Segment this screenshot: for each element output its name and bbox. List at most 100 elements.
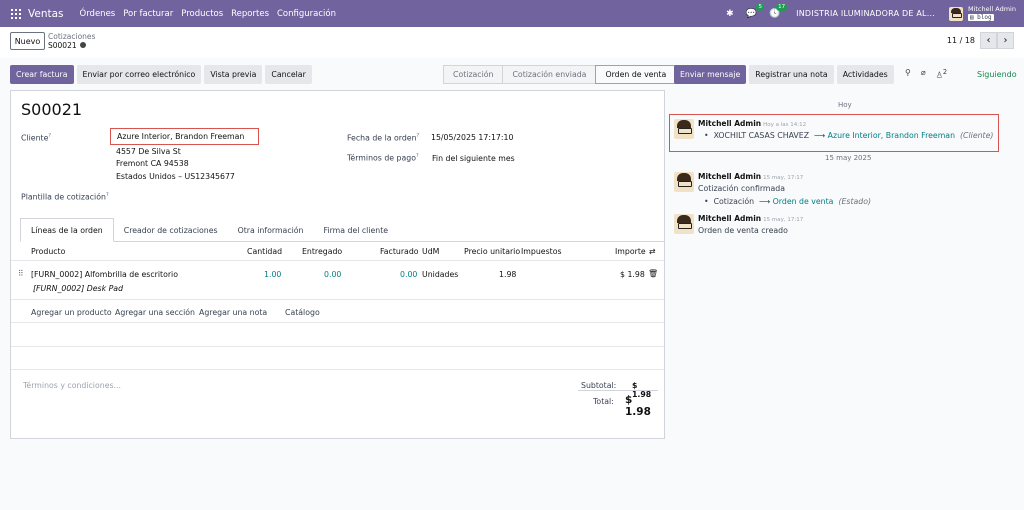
column-quantity[interactable]: Cantidad [247,247,282,256]
user-avatar [948,6,963,21]
message-time: Hoy a las 14:12 [763,122,807,128]
column-invoiced[interactable]: Facturado [380,247,419,256]
message-author[interactable]: Mitchell Admin [698,119,761,128]
tab-customer-signature[interactable]: Firma del cliente [314,218,399,242]
stage-quotation-sent[interactable]: Cotización enviada [502,65,596,84]
log-note-button[interactable]: Registrar una nota [749,65,834,84]
notebook-tabs: Líneas de la orden Creador de cotizacion… [20,218,664,242]
column-amount[interactable]: Importe [615,247,646,256]
tab-quote-builder[interactable]: Creador de cotizaciones [114,218,228,242]
next-record-button[interactable]: › [997,32,1014,49]
total-label: Total: [593,397,614,406]
column-uom[interactable]: UdM [422,247,439,256]
add-note-link[interactable]: Agregar una nota [199,308,267,317]
delete-line-icon[interactable]: 🗑 [648,269,658,278]
add-section-link[interactable]: Agregar una sección [115,308,195,317]
column-product[interactable]: Producto [31,247,65,256]
company-switcher[interactable]: INDISTRIA ILUMINADORA DE AL... [796,9,935,18]
activity-clock-icon[interactable]: 🕓 17 [769,2,788,19]
pager-value[interactable]: 11 / 18 [947,36,975,45]
line-description[interactable]: [FURN_0002] Desk Pad [33,284,123,293]
payment-terms-label: Términos de pago? [347,153,419,163]
order-date-label: Fecha de la orden? [347,133,420,143]
tab-order-lines[interactable]: Líneas de la orden [20,218,114,242]
line-product[interactable]: [FURN_0002] Alfombrilla de escritorio [31,270,178,279]
activity-count-badge: 17 [776,2,788,11]
line-uom[interactable]: Unidades [422,270,458,279]
chevron-right-icon: › [1003,35,1008,46]
chat-count-badge: 5 [756,2,764,11]
menu-item-productos[interactable]: Productos [181,9,223,19]
column-unit-price[interactable]: Precio unitario [464,247,520,256]
drag-handle-icon[interactable]: ⠿ [18,269,24,278]
following-button[interactable]: Siguiendo [977,70,1017,79]
column-delivered[interactable]: Entregado [302,247,342,256]
search-icon[interactable]: ⚲ [905,68,911,80]
menu-item-configuracion[interactable]: Configuración [277,9,336,19]
paperclip-icon[interactable]: ⌀ [921,68,926,80]
preview-button[interactable]: Vista previa [204,65,263,84]
day-separator-date: 15 may 2025 [825,154,872,162]
customer-field[interactable]: Azure Interior, Brandon Freeman [110,128,259,145]
catalog-link[interactable]: Catálogo [285,308,320,317]
activities-button[interactable]: Actividades [836,65,894,84]
form-action-bar: Crear factura Enviar por correo electrón… [10,65,315,84]
line-unit-price[interactable]: 1.98 [499,270,516,279]
main-menu: Órdenes Por facturar Productos Reportes … [72,9,336,19]
optional-columns-icon[interactable]: ⇄ [649,247,656,256]
stage-sales-order[interactable]: Orden de venta [595,65,677,84]
terms-conditions-field[interactable]: Términos y condiciones... [23,381,121,390]
order-date-field[interactable]: 15/05/2025 17:17:10 [431,133,513,142]
column-taxes[interactable]: Impuestos [521,247,562,256]
send-message-button[interactable]: Enviar mensaje [674,65,747,84]
menu-item-reportes[interactable]: Reportes [231,9,269,19]
message-author[interactable]: Mitchell Admin [698,214,761,223]
breadcrumb: Cotizaciones S00021 [48,32,95,50]
total-value: $ 1.98 [625,394,651,418]
payment-terms-field[interactable]: Fin del siguiente mes [432,154,515,163]
cancel-button[interactable]: Cancelar [265,65,312,84]
line-invoiced[interactable]: 0.00 [400,270,417,279]
new-button[interactable]: Nuevo [10,32,45,50]
chat-icon[interactable]: 💬 5 [746,2,764,19]
message-time: 15 may, 17:17 [763,217,804,223]
create-invoice-button[interactable]: Crear factura [10,65,74,84]
apps-menu-icon[interactable] [11,8,21,19]
gear-icon[interactable] [79,42,86,48]
add-product-link[interactable]: Agregar un producto [31,308,112,317]
add-line-row: Agregar un producto Agregar una sección … [11,301,664,323]
message-body: Cotización confirmada [698,184,786,193]
line-quantity[interactable]: 1.00 [264,270,281,279]
database-badge: ▤ blog [967,14,994,21]
message-body: Orden de venta creado [698,226,788,235]
stage-quotation[interactable]: Cotización [443,65,503,84]
bug-icon[interactable]: ✱ [726,9,734,19]
address-line-1: 4557 De Silva St [116,147,181,156]
order-lines-header: Producto Cantidad Entregado Facturado Ud… [11,242,664,261]
message-time: 15 may, 17:17 [763,175,804,181]
previous-record-button[interactable]: ‹ [980,32,997,49]
record-title: S00021 [21,100,83,119]
user-menu[interactable]: Mitchell Admin ▤ blog [948,5,1016,22]
table-row[interactable]: ⠿ [FURN_0002] Alfombrilla de escritorio … [11,265,664,300]
breadcrumb-parent[interactable]: Cotizaciones [48,32,95,41]
line-delivered[interactable]: 0.00 [324,270,341,279]
menu-item-ordenes[interactable]: Órdenes [80,9,116,19]
message-author[interactable]: Mitchell Admin [698,172,761,181]
app-name[interactable]: Ventas [28,8,64,20]
chatter-message: Mitchell Admin 15 may, 17:17 Cotización c… [674,172,994,208]
followers-count: 2 [942,68,948,76]
followers-icon[interactable]: ♙2 [936,68,947,80]
tab-other-info[interactable]: Otra información [228,218,314,242]
tracking-line: • XOCHILT CASAS CHAVEZ ⟶ Azure Interior,… [704,131,994,140]
subtotal-label: Subtotal: [581,381,617,390]
chatter-message: Mitchell Admin 15 may, 17:17 Orden de ven… [674,214,994,238]
template-label: Plantilla de cotización? [21,192,109,202]
menu-item-por-facturar[interactable]: Por facturar [123,9,173,19]
chatter-message: Mitchell Admin Hoy a las 14:12 • XOCHILT … [674,119,994,149]
send-email-button[interactable]: Enviar por correo electrónico [76,65,202,84]
chatter-action-bar: Enviar mensaje Registrar una nota Activi… [674,65,897,84]
line-amount: $ 1.98 [620,270,645,279]
user-name: Mitchell Admin [967,5,1016,13]
breadcrumb-current: S00021 [48,41,77,50]
